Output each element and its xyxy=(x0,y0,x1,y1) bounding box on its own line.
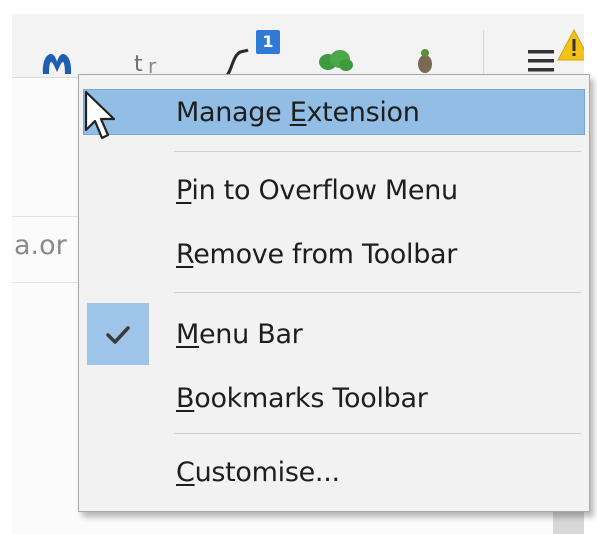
menu-item-label: Customise... xyxy=(176,457,340,488)
menu-item-customise[interactable]: Customise... xyxy=(79,445,589,499)
svg-text:t: t xyxy=(134,52,143,76)
svg-text:r: r xyxy=(148,54,157,76)
hamburger-menu-icon[interactable] xyxy=(527,48,557,74)
menu-item-label: Pin to Overflow Menu xyxy=(176,175,458,206)
bug-extension-icon[interactable] xyxy=(412,44,438,76)
menu-separator xyxy=(174,151,581,152)
menu-item-label: Bookmarks Toolbar xyxy=(176,383,428,414)
menu-item-label: Manage Extension xyxy=(176,97,420,128)
extension-context-menu: Manage Extension Pin to Overflow Menu Re… xyxy=(78,74,590,512)
toolbar-divider xyxy=(483,30,484,76)
menu-item-label: Remove from Toolbar xyxy=(176,239,458,270)
badge-notification-icon[interactable]: 1 xyxy=(256,30,280,54)
url-bar-top-edge xyxy=(12,216,82,217)
screenshot-stage: t r 1 a.or Manage Extension Pin to Overf… xyxy=(0,0,597,534)
leaf-extension-icon[interactable] xyxy=(316,46,356,76)
checked-indicator xyxy=(87,303,149,365)
url-bar-bottom-edge xyxy=(12,282,82,283)
menu-item-remove-from-toolbar[interactable]: Remove from Toolbar xyxy=(79,227,589,281)
menu-item-manage-extension[interactable]: Manage Extension xyxy=(79,85,589,139)
url-bar-text[interactable]: a.or xyxy=(14,230,67,261)
menu-item-bookmarks-toolbar[interactable]: Bookmarks Toolbar xyxy=(79,371,589,425)
checkmark-icon xyxy=(106,326,130,344)
browser-toolbar xyxy=(12,14,584,78)
menu-item-menu-bar[interactable]: Menu Bar xyxy=(79,301,589,367)
menu-item-label: Menu Bar xyxy=(176,319,303,350)
menu-item-pin-to-overflow[interactable]: Pin to Overflow Menu xyxy=(79,163,589,217)
mouse-pointer-icon xyxy=(84,90,116,140)
translate-extension-icon[interactable]: t r xyxy=(132,50,168,76)
menu-separator xyxy=(174,433,581,434)
menu-separator xyxy=(174,292,581,293)
badge-count: 1 xyxy=(262,32,274,51)
malwarebytes-extension-icon[interactable] xyxy=(40,48,74,78)
